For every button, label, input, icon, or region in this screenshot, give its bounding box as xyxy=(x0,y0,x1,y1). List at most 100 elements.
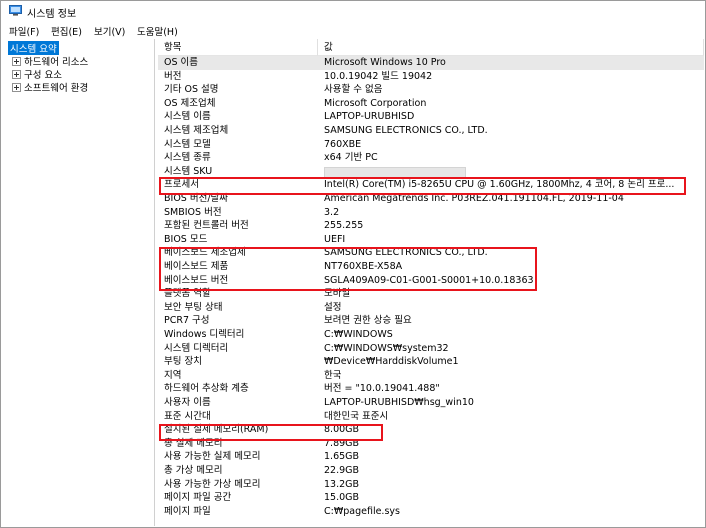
system-info-icon xyxy=(9,5,22,16)
table-row[interactable]: 포함된 컨트롤러 버전 255.255 xyxy=(158,219,704,233)
menu-edit[interactable]: 편집(E) xyxy=(51,24,82,38)
row-value: 사용할 수 없음 xyxy=(324,84,383,96)
system-info-window: 시스템 정보 파일(F) 편집(E) 보기(V) 도움말(H) 시스템 요약 하… xyxy=(0,0,706,528)
table-row[interactable]: 베이스보드 제조업체 SAMSUNG ELECTRONICS CO., LTD. xyxy=(158,246,704,260)
row-item-label: 지역 xyxy=(164,369,182,381)
table-row[interactable]: 시스템 SKU xyxy=(158,165,704,179)
expand-plus-icon[interactable] xyxy=(12,57,21,66)
tree-item-components[interactable]: 구성 요소 xyxy=(24,67,62,81)
row-value: 22.9GB xyxy=(324,465,360,476)
row-value: 모바일 xyxy=(324,288,351,300)
menu-help[interactable]: 도움말(H) xyxy=(137,24,178,38)
row-item-label: 시스템 SKU xyxy=(164,165,213,177)
row-item-label: 베이스보드 제조업체 xyxy=(164,247,246,259)
table-row[interactable]: 시스템 종류 x64 기반 PC xyxy=(158,151,704,165)
expand-plus-icon[interactable] xyxy=(12,83,21,92)
row-item-label: 시스템 종류 xyxy=(164,152,211,164)
row-item-label: 버전 xyxy=(164,70,182,82)
window-title: 시스템 정보 xyxy=(27,9,77,20)
system-summary-list[interactable]: 항목 값 OS 이름 Microsoft Windows 10 Pro 버전 10.0… xyxy=(158,39,704,526)
row-item-label: 시스템 이름 xyxy=(164,111,211,123)
menu-view[interactable]: 보기(V) xyxy=(94,24,125,38)
row-item-label: 베이스보드 제품 xyxy=(164,261,229,272)
row-item-label: 프로세서 xyxy=(164,179,199,191)
table-row[interactable]: 부팅 장치 ₩Device₩HarddiskVolume1 xyxy=(158,355,704,369)
row-item-label: 시스템 디렉터리 xyxy=(164,342,229,354)
row-item-label: 기타 OS 설명 xyxy=(164,84,219,96)
table-row[interactable]: 시스템 모델 760XBE xyxy=(158,138,704,152)
column-header-value[interactable]: 값 xyxy=(318,39,704,56)
row-value: 보려면 권한 상승 필요 xyxy=(324,315,412,327)
table-row[interactable]: 총 가상 메모리 22.9GB xyxy=(158,464,704,478)
table-row[interactable]: SMBIOS 버전 3.2 xyxy=(158,206,704,220)
table-row[interactable]: 총 실제 메모리 7.89GB xyxy=(158,437,704,451)
row-value: x64 기반 PC xyxy=(324,152,378,164)
row-value: Intel(R) Core(TM) i5-8265U CPU @ 1.60GHz… xyxy=(324,179,675,191)
row-value: UEFI xyxy=(324,233,346,245)
row-value: 13.2GB xyxy=(324,478,360,490)
table-row[interactable]: BIOS 모드 UEFI xyxy=(158,233,704,247)
row-item-label: 페이지 파일 공간 xyxy=(164,492,232,504)
row-value: 1.65GB xyxy=(324,451,360,463)
row-value: 버전 = "10.0.19041.488" xyxy=(324,383,440,395)
row-value: 한국 xyxy=(324,369,342,381)
expand-plus-icon[interactable] xyxy=(12,70,21,79)
table-row[interactable]: 베이스보드 버전 SGLA409A09-C01-G001-S0001+10.0.1… xyxy=(158,274,704,288)
table-row[interactable]: PCR7 구성 보려면 권한 상승 필요 xyxy=(158,314,704,328)
table-row[interactable]: 보안 부팅 상태 설정 xyxy=(158,301,704,315)
table-row[interactable]: 시스템 이름 LAPTOP-URUBHISD xyxy=(158,110,704,124)
tree-item-system-summary[interactable]: 시스템 요약 xyxy=(8,41,59,55)
table-row[interactable]: 시스템 디렉터리 C:₩WINDOWS₩system32 xyxy=(158,342,704,356)
table-row[interactable]: OS 제조업체 Microsoft Corporation xyxy=(158,97,704,111)
row-value: C:₩WINDOWS xyxy=(324,329,393,340)
row-value: ₩Device₩HarddiskVolume1 xyxy=(324,356,459,368)
category-tree[interactable]: 시스템 요약 하드웨어 리소스 구성 요소 소프트웨어 환경 xyxy=(1,39,155,526)
row-item-label: 사용 가능한 실제 메모리 xyxy=(164,451,261,463)
table-row[interactable]: Windows 디렉터리 C:₩WINDOWS xyxy=(158,328,704,342)
row-item-label: Windows 디렉터리 xyxy=(164,329,245,340)
tree-item-software-environment[interactable]: 소프트웨어 환경 xyxy=(24,80,88,94)
row-value: LAPTOP-URUBHISD xyxy=(324,111,415,123)
table-row[interactable]: 지역 한국 xyxy=(158,369,704,383)
column-header-item[interactable]: 항목 xyxy=(158,39,318,56)
tree-item-hardware-resources[interactable]: 하드웨어 리소스 xyxy=(24,54,88,68)
table-row[interactable]: 버전 10.0.19042 빌드 19042 xyxy=(158,70,704,84)
table-row[interactable]: 프로세서 Intel(R) Core(TM) i5-8265U CPU @ 1.6… xyxy=(158,178,704,192)
table-row[interactable]: 페이지 파일 공간 15.0GB xyxy=(158,491,704,505)
table-row[interactable]: OS 이름 Microsoft Windows 10 Pro xyxy=(158,56,704,70)
row-item-label: PCR7 구성 xyxy=(164,315,210,327)
row-item-label: 페이지 파일 xyxy=(164,505,211,517)
menu-bar: 파일(F) 편집(E) 보기(V) 도움말(H) xyxy=(1,22,705,38)
row-value: 8.00GB xyxy=(324,424,360,436)
title-bar: 시스템 정보 xyxy=(1,1,705,21)
table-row[interactable]: 사용 가능한 가상 메모리 13.2GB xyxy=(158,478,704,492)
table-row[interactable]: 페이지 파일 C:₩pagefile.sys xyxy=(158,505,704,519)
row-item-label: 표준 시간대 xyxy=(164,410,211,422)
row-item-label: OS 이름 xyxy=(164,57,199,68)
table-row[interactable]: 플랫폼 역할 모바일 xyxy=(158,287,704,301)
row-item-label: 사용 가능한 가상 메모리 xyxy=(164,478,261,490)
table-row[interactable]: 기타 OS 설명 사용할 수 없음 xyxy=(158,83,704,97)
row-item-label: 시스템 제조업체 xyxy=(164,125,229,136)
table-row[interactable]: 베이스보드 제품 NT760XBE-X58A xyxy=(158,260,704,274)
menu-file[interactable]: 파일(F) xyxy=(9,24,39,38)
table-row[interactable]: 사용자 이름 LAPTOP-URUBHISD₩hsg_win10 xyxy=(158,396,704,410)
table-row[interactable]: 설치된 실제 메모리(RAM) 8.00GB xyxy=(158,423,704,437)
row-value: SAMSUNG ELECTRONICS CO., LTD. xyxy=(324,125,488,136)
table-row[interactable]: BIOS 버전/날짜 American Megatrends Inc. P03RE… xyxy=(158,192,704,206)
table-row[interactable]: 하드웨어 추상화 계층 버전 = "10.0.19041.488" xyxy=(158,382,704,396)
table-row[interactable]: 시스템 제조업체 SAMSUNG ELECTRONICS CO., LTD. xyxy=(158,124,704,138)
row-value: 대한민국 표준시 xyxy=(324,410,389,422)
row-value: 15.0GB xyxy=(324,492,360,504)
row-item-label: 사용자 이름 xyxy=(164,397,211,408)
row-item-label: 부팅 장치 xyxy=(164,356,202,368)
row-value: LAPTOP-URUBHISD₩hsg_win10 xyxy=(324,397,474,408)
table-row[interactable]: 표준 시간대 대한민국 표준시 xyxy=(158,410,704,424)
row-item-label: OS 제조업체 xyxy=(164,97,216,109)
row-value: 3.2 xyxy=(324,206,340,218)
row-item-label: SMBIOS 버전 xyxy=(164,206,222,218)
row-value: Microsoft Corporation xyxy=(324,97,427,109)
table-row[interactable]: 사용 가능한 실제 메모리 1.65GB xyxy=(158,450,704,464)
row-item-label: 플랫폼 역할 xyxy=(164,288,211,300)
row-value: 7.89GB xyxy=(324,437,360,449)
